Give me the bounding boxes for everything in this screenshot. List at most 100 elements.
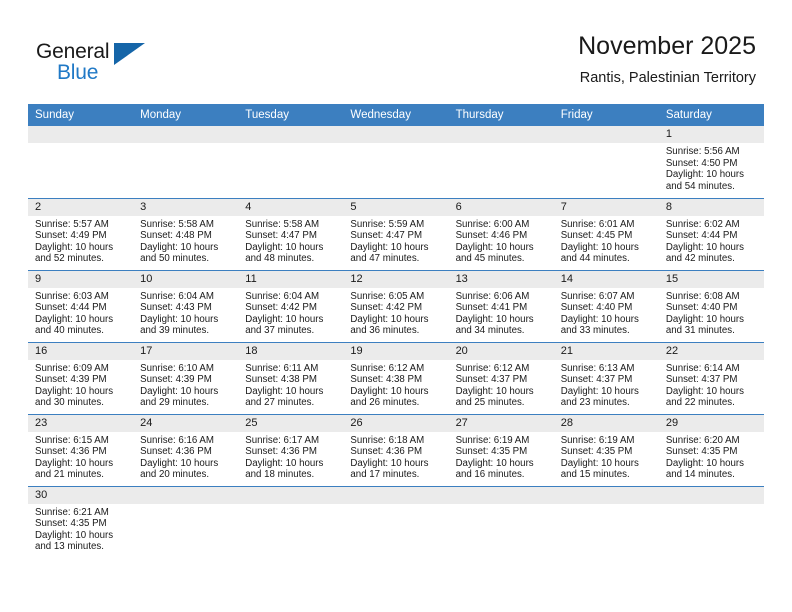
brand-logo[interactable]: General Blue bbox=[36, 40, 236, 90]
sunrise-text: Sunrise: 6:15 AM bbox=[35, 434, 109, 446]
day-details: Sunrise: 6:20 AM Sunset: 4:35 PM Daylight:… bbox=[659, 432, 764, 481]
weekday-header-row: Sunday Monday Tuesday Wednesday Thursday… bbox=[28, 104, 764, 126]
calendar-table: Sunday Monday Tuesday Wednesday Thursday… bbox=[28, 104, 764, 558]
calendar-day-cell[interactable]: 25 Sunrise: 6:17 AM Sunset: 4:36 PM Dayligh… bbox=[238, 413, 344, 486]
sunset-text: Sunset: 4:35 PM bbox=[560, 446, 633, 458]
sunrise-text: Sunrise: 5:57 AM bbox=[35, 218, 109, 230]
sunset-text: Sunset: 4:38 PM bbox=[350, 374, 423, 386]
day-number: 27 bbox=[448, 414, 554, 432]
sunrise-text: Sunrise: 6:04 AM bbox=[245, 290, 320, 302]
day-number: 16 bbox=[28, 342, 134, 360]
daylight-text-line1: Daylight: 10 hours bbox=[35, 529, 114, 541]
day-number: 25 bbox=[238, 414, 344, 432]
sunset-text: Sunset: 4:43 PM bbox=[140, 302, 212, 314]
page-title: November 2025 bbox=[578, 32, 756, 60]
calendar-day-cell[interactable]: 27 Sunrise: 6:19 AM Sunset: 4:35 PM Dayligh… bbox=[448, 413, 554, 486]
sunrise-text: Sunrise: 6:07 AM bbox=[560, 290, 635, 302]
daylight-text-line2: and 20 minutes. bbox=[140, 469, 210, 481]
calendar-day-cell[interactable]: 12 Sunrise: 6:05 AM Sunset: 4:42 PM Dayligh… bbox=[343, 269, 449, 342]
day-number: 18 bbox=[238, 342, 344, 360]
sunset-text: Sunset: 4:44 PM bbox=[665, 230, 738, 242]
calendar-day-cell[interactable]: 28 Sunrise: 6:19 AM Sunset: 4:35 PM Dayligh… bbox=[553, 413, 659, 486]
calendar-day-cell[interactable]: 8 Sunrise: 6:02 AM Sunset: 4:44 PM Daylight… bbox=[658, 197, 764, 270]
calendar-day-cell[interactable]: 19 Sunrise: 6:12 AM Sunset: 4:38 PM Dayligh… bbox=[343, 341, 449, 414]
sunset-text: Sunset: 4:39 PM bbox=[35, 374, 107, 386]
title-block: November 2025 Rantis, Palestinian Territ… bbox=[578, 30, 756, 87]
sunset-text: Sunset: 4:36 PM bbox=[350, 446, 423, 458]
day-number bbox=[238, 486, 344, 504]
calendar-day-cell[interactable]: 20 Sunrise: 6:12 AM Sunset: 4:37 PM Dayligh… bbox=[448, 341, 554, 414]
calendar-day-cell[interactable]: 6 Sunrise: 6:00 AM Sunset: 4:46 PM Daylight… bbox=[448, 197, 554, 270]
calendar-day-cell-empty bbox=[28, 126, 134, 198]
calendar-day-cell[interactable]: 3 Sunrise: 5:58 AM Sunset: 4:48 PM Daylight… bbox=[133, 197, 239, 270]
day-details: Sunrise: 6:00 AM Sunset: 4:46 PM Daylight:… bbox=[449, 216, 554, 265]
sunrise-text: Sunrise: 5:59 AM bbox=[350, 218, 425, 230]
day-number: 22 bbox=[658, 342, 764, 360]
daylight-text-line2: and 52 minutes. bbox=[35, 253, 104, 265]
calendar-day-cell[interactable]: 16 Sunrise: 6:09 AM Sunset: 4:39 PM Dayligh… bbox=[28, 341, 134, 414]
calendar-body: 1 Sunrise: 5:56 AM Sunset: 4:50 PM Daylight… bbox=[28, 126, 764, 558]
day-number: 23 bbox=[28, 414, 134, 432]
calendar-day-cell[interactable]: 22 Sunrise: 6:14 AM Sunset: 4:37 PM Dayligh… bbox=[658, 341, 764, 414]
sunrise-text: Sunrise: 5:58 AM bbox=[245, 218, 320, 230]
day-number: 30 bbox=[28, 486, 134, 504]
triangle-flag-icon bbox=[114, 43, 145, 65]
day-details: Sunrise: 6:12 AM Sunset: 4:37 PM Daylight:… bbox=[449, 360, 554, 409]
daylight-text-line2: and 13 minutes. bbox=[35, 541, 104, 553]
calendar-week-row: 30 Sunrise: 6:21 AM Sunset: 4:35 PM Dayligh… bbox=[28, 485, 764, 558]
calendar-day-cell[interactable]: 13 Sunrise: 6:06 AM Sunset: 4:41 PM Dayligh… bbox=[448, 269, 554, 342]
daylight-text-line1: Daylight: 10 hours bbox=[455, 241, 534, 253]
sunrise-text: Sunrise: 6:18 AM bbox=[350, 434, 425, 446]
day-number bbox=[133, 486, 239, 504]
day-number bbox=[133, 126, 239, 143]
sunrise-text: Sunrise: 6:19 AM bbox=[455, 434, 530, 446]
sunset-text: Sunset: 4:42 PM bbox=[350, 302, 423, 314]
day-number: 19 bbox=[343, 342, 449, 360]
day-number: 3 bbox=[133, 198, 239, 216]
calendar-day-cell-empty bbox=[553, 126, 659, 198]
calendar-day-cell[interactable]: 23 Sunrise: 6:15 AM Sunset: 4:36 PM Dayligh… bbox=[28, 413, 134, 486]
calendar-day-cell[interactable]: 17 Sunrise: 6:10 AM Sunset: 4:39 PM Dayligh… bbox=[133, 341, 239, 414]
day-details: Sunrise: 6:06 AM Sunset: 4:41 PM Daylight:… bbox=[449, 288, 554, 337]
day-details: Sunrise: 6:07 AM Sunset: 4:40 PM Daylight:… bbox=[554, 288, 659, 337]
sunrise-text: Sunrise: 6:20 AM bbox=[665, 434, 740, 446]
sunset-text: Sunset: 4:46 PM bbox=[455, 230, 528, 242]
calendar-day-cell[interactable]: 4 Sunrise: 5:58 AM Sunset: 4:47 PM Daylight… bbox=[238, 197, 344, 270]
day-number: 11 bbox=[238, 270, 344, 288]
sunset-text: Sunset: 4:41 PM bbox=[455, 302, 528, 314]
calendar-day-cell[interactable]: 30 Sunrise: 6:21 AM Sunset: 4:35 PM Dayligh… bbox=[28, 485, 134, 558]
day-number bbox=[343, 126, 449, 143]
calendar-day-cell[interactable]: 18 Sunrise: 6:11 AM Sunset: 4:38 PM Dayligh… bbox=[238, 341, 344, 414]
calendar-day-cell[interactable]: 15 Sunrise: 6:08 AM Sunset: 4:40 PM Dayligh… bbox=[658, 269, 764, 342]
daylight-text-line2: and 33 minutes. bbox=[560, 325, 630, 337]
day-number: 17 bbox=[133, 342, 239, 360]
daylight-text-line2: and 21 minutes. bbox=[35, 469, 104, 481]
calendar-day-cell[interactable]: 7 Sunrise: 6:01 AM Sunset: 4:45 PM Daylight… bbox=[553, 197, 659, 270]
day-number: 13 bbox=[448, 270, 554, 288]
calendar-day-cell[interactable]: 10 Sunrise: 6:04 AM Sunset: 4:43 PM Dayligh… bbox=[133, 269, 239, 342]
calendar-day-cell[interactable]: 14 Sunrise: 6:07 AM Sunset: 4:40 PM Dayligh… bbox=[553, 269, 659, 342]
calendar-day-cell[interactable]: 26 Sunrise: 6:18 AM Sunset: 4:36 PM Dayligh… bbox=[343, 413, 449, 486]
calendar-day-cell[interactable]: 9 Sunrise: 6:03 AM Sunset: 4:44 PM Daylight… bbox=[28, 269, 134, 342]
calendar-day-cell[interactable]: 2 Sunrise: 5:57 AM Sunset: 4:49 PM Daylight… bbox=[28, 197, 134, 270]
sunrise-text: Sunrise: 6:13 AM bbox=[560, 362, 635, 374]
calendar-day-cell[interactable]: 24 Sunrise: 6:16 AM Sunset: 4:36 PM Dayligh… bbox=[133, 413, 239, 486]
day-details: Sunrise: 6:01 AM Sunset: 4:45 PM Daylight:… bbox=[554, 216, 659, 265]
sunset-text: Sunset: 4:36 PM bbox=[245, 446, 317, 458]
calendar-day-cell[interactable]: 11 Sunrise: 6:04 AM Sunset: 4:42 PM Dayligh… bbox=[238, 269, 344, 342]
calendar-day-cell[interactable]: 21 Sunrise: 6:13 AM Sunset: 4:37 PM Dayligh… bbox=[553, 341, 659, 414]
calendar-day-cell[interactable]: 29 Sunrise: 6:20 AM Sunset: 4:35 PM Dayligh… bbox=[658, 413, 764, 486]
calendar-day-cell[interactable]: 5 Sunrise: 5:59 AM Sunset: 4:47 PM Daylight… bbox=[343, 197, 449, 270]
daylight-text-line1: Daylight: 10 hours bbox=[455, 313, 534, 325]
sunrise-text: Sunrise: 6:06 AM bbox=[455, 290, 530, 302]
daylight-text-line2: and 25 minutes. bbox=[455, 397, 525, 409]
day-number bbox=[448, 486, 554, 504]
day-number: 28 bbox=[553, 414, 659, 432]
sunrise-text: Sunrise: 6:08 AM bbox=[665, 290, 740, 302]
calendar-day-cell[interactable]: 1 Sunrise: 5:56 AM Sunset: 4:50 PM Daylight… bbox=[658, 126, 764, 198]
sunrise-text: Sunrise: 6:02 AM bbox=[665, 218, 740, 230]
sunrise-text: Sunrise: 6:17 AM bbox=[245, 434, 320, 446]
day-details: Sunrise: 6:18 AM Sunset: 4:36 PM Daylight:… bbox=[343, 432, 448, 481]
sunset-text: Sunset: 4:38 PM bbox=[245, 374, 317, 386]
sunset-text: Sunset: 4:44 PM bbox=[35, 302, 107, 314]
